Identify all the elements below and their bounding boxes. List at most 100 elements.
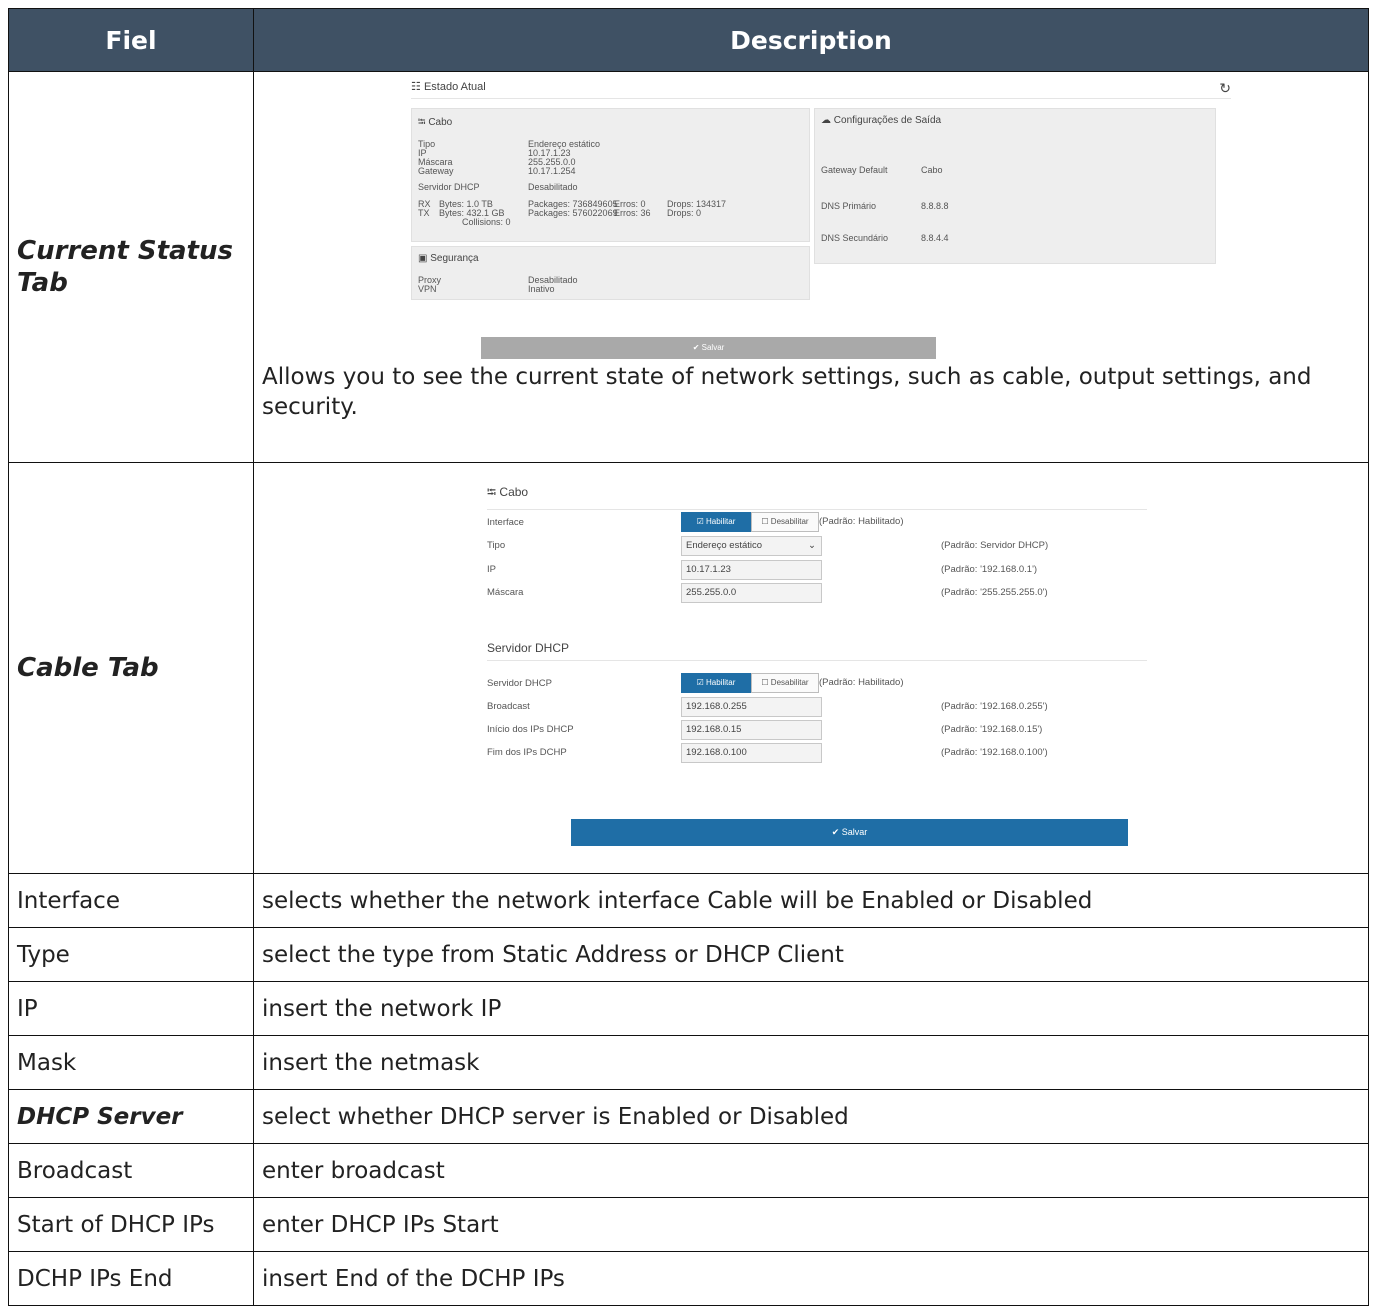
table-row: DCHP IPs End insert End of the DCHP IPs — [8, 1251, 1369, 1306]
cloud-icon: ☁ — [821, 115, 831, 126]
kv-key: Servidor DHCP — [418, 182, 480, 192]
kv-value: Cabo — [921, 165, 943, 175]
field-description-table: Fiel Description Current Status Tab ☷ Es… — [8, 8, 1369, 1306]
dhcp-default: (Padrão: Habilitado) — [819, 677, 904, 688]
table-row: Current Status Tab ☷ Estado Atual ↻ ⭾ Ca… — [8, 71, 1369, 463]
description-cell: insert End of the DCHP IPs — [253, 1251, 1369, 1306]
dhcp-disable-toggle[interactable]: ☐ Desabilitar — [751, 673, 819, 693]
mask-input[interactable]: 255.255.0.0 — [681, 583, 822, 603]
current-status-cell: ☷ Estado Atual ↻ ⭾ Cabo Tipo Endereço es… — [253, 71, 1369, 463]
broadcast-hint: (Padrão: '192.168.0.255') — [941, 701, 1048, 712]
table-row: Type select the type from Static Address… — [8, 927, 1369, 982]
table-row: Start of DHCP IPs enter DHCP IPs Start — [8, 1197, 1369, 1252]
field-cell: Interface — [8, 873, 254, 928]
mask-label: Máscara — [487, 587, 524, 598]
table-header-row: Fiel Description — [8, 8, 1369, 72]
interface-label: Interface — [487, 517, 524, 528]
kv-value: 8.8.4.4 — [921, 233, 949, 243]
dhcp-section-title: Servidor DHCP — [487, 641, 1147, 661]
header-description: Description — [253, 8, 1369, 72]
chevron-down-icon: ⌄ — [808, 540, 816, 551]
dhcp-enable-toggle[interactable]: ☑ Habilitar — [681, 673, 751, 693]
field-cell: Type — [8, 927, 254, 982]
dhcp-end-label: Fim dos IPs DCHP — [487, 747, 567, 758]
interface-enable-toggle[interactable]: ☑ Habilitar — [681, 512, 751, 532]
dhcp-end-hint: (Padrão: '192.168.0.100') — [941, 747, 1048, 758]
field-cell: IP — [8, 981, 254, 1036]
kv-value: 10.17.1.254 — [528, 166, 576, 176]
kv-value: Desabilitado — [528, 182, 578, 192]
saida-panel-title: ☁ Configurações de Saída — [821, 115, 942, 126]
current-status-description: Allows you to see the current state of n… — [262, 364, 1312, 420]
ip-input[interactable]: 10.17.1.23 — [681, 560, 822, 580]
description-cell: selects whether the network interface Ca… — [253, 873, 1369, 928]
kv-value: 8.8.8.8 — [921, 201, 949, 211]
interface-default: (Padrão: Habilitado) — [819, 516, 904, 527]
kv-key: VPN — [418, 284, 437, 294]
current-status-screenshot: ☷ Estado Atual ↻ ⭾ Cabo Tipo Endereço es… — [271, 72, 1351, 362]
ip-hint: (Padrão: '192.168.0.1') — [941, 564, 1038, 575]
table-row: IP insert the network IP — [8, 981, 1369, 1036]
field-cell: DCHP IPs End — [8, 1251, 254, 1306]
description-cell: select whether DHCP server is Enabled or… — [253, 1089, 1369, 1144]
header-field: Fiel — [8, 8, 254, 72]
table-row: Broadcast enter broadcast — [8, 1143, 1369, 1198]
cabo-panel: ⭾ Cabo Tipo Endereço estático IP 10.17.1… — [411, 108, 810, 242]
dhcp-end-input[interactable]: 192.168.0.100 — [681, 743, 822, 763]
interface-disable-toggle[interactable]: ☐ Desabilitar — [751, 512, 819, 532]
field-cell: DHCP Server — [8, 1089, 254, 1144]
tipo-hint: (Padrão: Servidor DHCP) — [941, 540, 1049, 551]
dhcp-start-label: Início dos IPs DHCP — [487, 724, 574, 735]
broadcast-input[interactable]: 192.168.0.255 — [681, 697, 822, 717]
description-cell: insert the netmask — [253, 1035, 1369, 1090]
description-cell: select the type from Static Address or D… — [253, 927, 1369, 982]
kv-value: Inativo — [528, 284, 555, 294]
table-row: Mask insert the netmask — [8, 1035, 1369, 1090]
seguranca-panel-title: ▣ Segurança — [418, 253, 479, 264]
description-cell: enter DHCP IPs Start — [253, 1197, 1369, 1252]
current-status-label: Current Status Tab — [8, 71, 254, 463]
estado-title: Estado Atual — [423, 81, 486, 93]
dhcp-start-hint: (Padrão: '192.168.0.15') — [941, 724, 1043, 735]
description-cell: insert the network IP — [253, 981, 1369, 1036]
tx-collisions: Collisions: 0 — [462, 217, 511, 227]
kv-key: DNS Primário — [821, 201, 877, 211]
tipo-select[interactable]: Endereço estático ⌄ — [681, 536, 822, 556]
refresh-icon[interactable]: ↻ — [1219, 80, 1231, 97]
saida-panel: ☁ Configurações de Saída Gateway Default… — [814, 108, 1216, 264]
ip-label: IP — [487, 564, 496, 575]
table-row: Interface selects whether the network in… — [8, 873, 1369, 928]
check-icon: ✔ — [692, 343, 700, 352]
check-icon: ✔ — [831, 827, 840, 837]
description-cell: enter broadcast — [253, 1143, 1369, 1198]
kv-key: DNS Secundário — [821, 233, 889, 243]
broadcast-label: Broadcast — [487, 701, 530, 712]
cabo-section-title: ⭾ Cabo — [487, 483, 1147, 510]
lock-icon: ▣ — [418, 253, 428, 264]
save-button[interactable]: ✔ Salvar — [571, 819, 1128, 846]
field-cell: Start of DHCP IPs — [8, 1197, 254, 1252]
dhcp-start-input[interactable]: 192.168.0.15 — [681, 720, 822, 740]
tipo-label: Tipo — [487, 540, 506, 551]
sitemap-icon: ☷ — [411, 81, 421, 93]
dhcp-label: Servidor DHCP — [487, 678, 552, 689]
cabo-panel-title: ⭾ Cabo — [418, 117, 453, 128]
cable-tab-cell: ⭾ Cabo Interface ☑ Habilitar ☐ Desabilit… — [253, 462, 1369, 874]
field-cell: Mask — [8, 1035, 254, 1090]
table-row: DHCP Server select whether DHCP server i… — [8, 1089, 1369, 1144]
estado-header: ☷ Estado Atual ↻ — [411, 80, 1231, 99]
table-row: Cable Tab ⭾ Cabo Interface ☑ Habilitar ☐… — [8, 462, 1369, 874]
tx-erros: Erros: 36 — [614, 208, 651, 218]
tx-packages: Packages: 576022069 — [528, 208, 618, 218]
field-cell: Broadcast — [8, 1143, 254, 1198]
tx-label: TX — [418, 208, 430, 218]
seguranca-panel: ▣ Segurança Proxy Desabilitado VPN Inati… — [411, 246, 810, 300]
kv-key: Gateway — [418, 166, 454, 176]
mask-hint: (Padrão: '255.255.255.0') — [941, 587, 1048, 598]
usb-icon: ⭾ — [487, 485, 497, 499]
cable-tab-screenshot: ⭾ Cabo Interface ☑ Habilitar ☐ Desabilit… — [271, 479, 1351, 849]
tx-drops: Drops: 0 — [667, 208, 702, 218]
usb-icon: ⭾ — [418, 117, 426, 128]
cable-tab-label: Cable Tab — [8, 462, 254, 874]
save-button[interactable]: ✔ Salvar — [481, 337, 936, 359]
